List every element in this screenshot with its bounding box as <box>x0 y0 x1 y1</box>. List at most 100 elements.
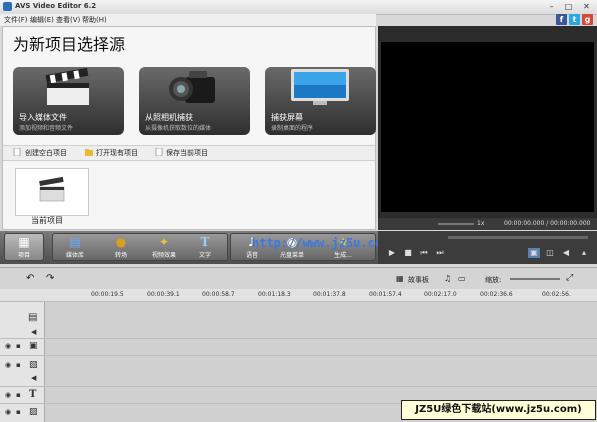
lock-icon[interactable]: ▪ <box>16 391 21 399</box>
visibility-icon[interactable]: ◉ <box>5 342 11 350</box>
lock-icon[interactable]: ▪ <box>16 342 21 350</box>
text-track-icon: T <box>29 389 37 400</box>
clapperboard-icon <box>45 67 89 105</box>
disc-menu-label: 光盘菜单 <box>279 252 304 259</box>
menu-edit[interactable]: 编辑(E) <box>30 15 54 25</box>
zoom-slider[interactable] <box>510 278 560 280</box>
fit-zoom-icon[interactable]: ⤢ <box>566 273 573 283</box>
ruler-mark: 00:00:19.5 <box>91 291 124 298</box>
text-icon: T <box>200 235 210 249</box>
clapperboard-icon: ▤ <box>28 312 38 323</box>
lock-icon[interactable]: ▪ <box>16 408 21 416</box>
effects-icon: ▣ <box>29 341 38 351</box>
capture-camera-title: 从照相机捕获 <box>145 113 193 122</box>
seek-bar[interactable] <box>448 236 588 239</box>
transitions-icon: ● <box>115 235 127 249</box>
capture-screen-tile[interactable]: 捕获屏幕 录制桌面的程序 <box>265 67 376 135</box>
app-logo-icon <box>3 2 12 11</box>
effects-track: ◉ ▪ ▣ <box>0 339 597 356</box>
text-button[interactable]: T 文字 <box>188 234 222 261</box>
media-library-icon: ▤ <box>69 235 81 249</box>
capture-screen-subtitle: 录制桌面的程序 <box>271 125 314 132</box>
menu-view[interactable]: 查看(V) <box>56 15 80 25</box>
text-label: 文字 <box>198 252 211 259</box>
preview-screen <box>381 42 594 212</box>
stop-icon[interactable]: ■ <box>402 248 414 258</box>
undo-icon[interactable]: ↶ <box>26 273 34 284</box>
minimize-button[interactable]: – <box>545 2 558 12</box>
capture-camera-tile[interactable]: 从照相机捕获 从摄像机获取数位的媒体 <box>139 67 250 135</box>
current-project-label: 当前项目 <box>31 216 63 225</box>
site-badge: JZ5U绿色下载站(www.jz5u.com) <box>401 400 596 420</box>
produce-label: 生成... <box>334 252 352 259</box>
google-icon[interactable]: g <box>582 14 593 25</box>
visibility-icon[interactable]: ◉ <box>5 408 11 416</box>
import-media-tile[interactable]: 导入媒体文件 添加视频和音频文件 <box>13 67 124 135</box>
storyboard-icon: ▦ <box>396 274 404 283</box>
snapshot-icon[interactable]: ◫ <box>544 248 556 258</box>
page-title: 为新项目选择源 <box>13 35 126 54</box>
camcorder-icon <box>169 71 215 103</box>
audio-settings-icon[interactable]: ♫ <box>444 274 451 283</box>
timeline-ruler[interactable]: 00:00:19.5 00:00:39.1 00:00:58.7 00:01:1… <box>0 289 597 302</box>
save-project-icon <box>155 148 163 156</box>
ruler-mark: 00:00:39.1 <box>147 291 180 298</box>
media-library-button[interactable]: ▤ 媒体库 <box>56 234 94 261</box>
import-media-title: 导入媒体文件 <box>19 113 67 122</box>
project-button[interactable]: ▦ 项目 <box>4 233 44 261</box>
overlay-track: ◉ ▪ ▧ ◀ <box>0 356 597 387</box>
menu-help[interactable]: 帮助(H) <box>82 15 107 25</box>
redo-icon[interactable]: ↷ <box>46 273 54 284</box>
transitions-label: 转场 <box>114 252 127 259</box>
title-bar: AVS Video Editor 6.2 – □ ✕ <box>0 0 597 15</box>
speed-value: 1x <box>477 220 485 227</box>
clapperboard-icon <box>39 176 65 202</box>
overlay-icon: ▧ <box>29 360 38 370</box>
previous-frame-icon[interactable]: ⏮ <box>418 248 430 258</box>
lock-icon[interactable]: ▪ <box>16 361 21 369</box>
ruler-mark: 00:00:58.7 <box>202 291 235 298</box>
time-readout: 00:00:00.000 / 00:00:00.000 <box>504 220 591 227</box>
audio-track-icon: ▨ <box>29 407 38 417</box>
window-title: AVS Video Editor 6.2 <box>15 2 97 10</box>
menu-file[interactable]: 文件(F) <box>4 15 28 25</box>
ruler-mark: 00:01:37.8 <box>313 291 346 298</box>
volume-icon[interactable]: ◀ <box>560 248 572 258</box>
ruler-mark: 00:02:17.0 <box>424 291 457 298</box>
voice-label: 语音 <box>245 252 258 259</box>
next-frame-icon[interactable]: ⏭ <box>434 248 446 258</box>
video-effects-label: 视频效果 <box>151 252 176 259</box>
preview-status-bar: 1x 00:00:00.000 / 00:00:00.000 <box>378 218 597 230</box>
capture-camera-subtitle: 从摄像机获取数位的媒体 <box>145 125 212 132</box>
timeline-toolbar: ↶ ↷ ▦ 故事板 ♫ ▭ 缩放: ⤢ <box>0 267 597 290</box>
watermark-url: http://www.jz5u.com <box>252 236 390 250</box>
ruler-mark: 00:01:57.4 <box>369 291 402 298</box>
ruler-mark: 00:02:36.6 <box>480 291 513 298</box>
twitter-icon[interactable]: t <box>569 14 580 25</box>
project-button-label: 项目 <box>17 252 30 259</box>
play-icon[interactable]: ▶ <box>386 248 398 258</box>
open-project-button[interactable]: 打开现有项目 <box>96 148 138 158</box>
aspect-ratio-icon[interactable]: ▭ <box>458 274 466 283</box>
maximize-button[interactable]: □ <box>562 2 575 12</box>
project-actions-bar: 创建空白项目 打开现有项目 保存当前项目 <box>3 145 375 161</box>
video-effects-button[interactable]: ✦ 视频效果 <box>144 234 184 261</box>
transitions-button[interactable]: ● 转场 <box>102 234 140 261</box>
visibility-icon[interactable]: ◉ <box>5 391 11 399</box>
video-track: ▤ ◀ <box>0 302 597 339</box>
visibility-icon[interactable]: ◉ <box>5 361 11 369</box>
speaker-icon: ◀ <box>31 374 37 382</box>
ruler-mark: 00:01:18.3 <box>258 291 291 298</box>
storyboard-button[interactable]: 故事板 <box>408 275 429 285</box>
facebook-icon[interactable]: f <box>556 14 567 25</box>
zoom-label: 缩放: <box>485 276 502 284</box>
expand-icon[interactable]: ▴ <box>578 248 590 258</box>
new-project-button[interactable]: 创建空白项目 <box>25 148 67 158</box>
view-mode-icon[interactable]: ▣ <box>528 248 540 258</box>
ruler-mark: 00:02:56. <box>542 291 571 298</box>
current-project-thumbnail[interactable] <box>15 168 89 216</box>
import-media-subtitle: 添加视频和音频文件 <box>19 125 74 132</box>
save-project-button[interactable]: 保存当前项目 <box>166 148 208 158</box>
close-button[interactable]: ✕ <box>580 2 593 12</box>
speed-slider[interactable] <box>438 223 474 225</box>
